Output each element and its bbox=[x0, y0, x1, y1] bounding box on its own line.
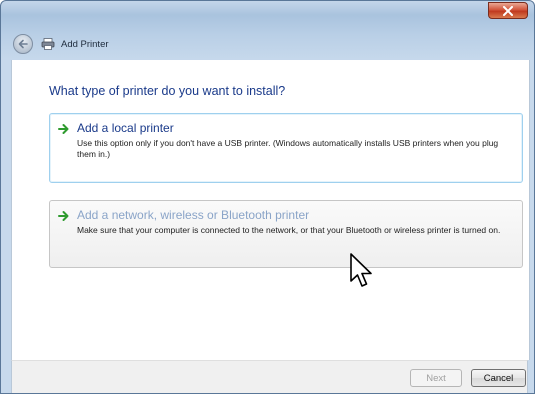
back-button[interactable] bbox=[13, 34, 33, 54]
printer-icon bbox=[41, 38, 55, 50]
option-title: Add a network, wireless or Bluetooth pri… bbox=[77, 208, 310, 222]
add-printer-window: Add Printer What type of printer do you … bbox=[0, 0, 535, 394]
next-button[interactable]: Next bbox=[410, 369, 462, 387]
close-button[interactable] bbox=[488, 2, 528, 19]
wizard-footer: Next Cancel bbox=[11, 360, 528, 393]
close-icon bbox=[503, 5, 513, 16]
wizard-content: What type of printer do you want to inst… bbox=[11, 60, 530, 360]
option-description: Make sure that your computer is connecte… bbox=[77, 225, 501, 235]
add-network-printer-option[interactable]: Add a network, wireless or Bluetooth pri… bbox=[49, 200, 523, 268]
mouse-cursor-icon bbox=[350, 253, 372, 287]
page-question: What type of printer do you want to inst… bbox=[49, 84, 286, 98]
green-arrow-icon bbox=[58, 211, 69, 221]
add-local-printer-option[interactable]: Add a local printer Use this option only… bbox=[49, 113, 523, 183]
wizard-header: Add Printer bbox=[7, 31, 528, 57]
cancel-button[interactable]: Cancel bbox=[471, 369, 526, 387]
back-arrow-icon bbox=[18, 39, 28, 49]
option-description: Use this option only if you don't have a… bbox=[77, 138, 499, 159]
option-title: Add a local printer bbox=[77, 121, 174, 135]
window-title: Add Printer bbox=[61, 38, 109, 50]
green-arrow-icon bbox=[58, 124, 69, 134]
